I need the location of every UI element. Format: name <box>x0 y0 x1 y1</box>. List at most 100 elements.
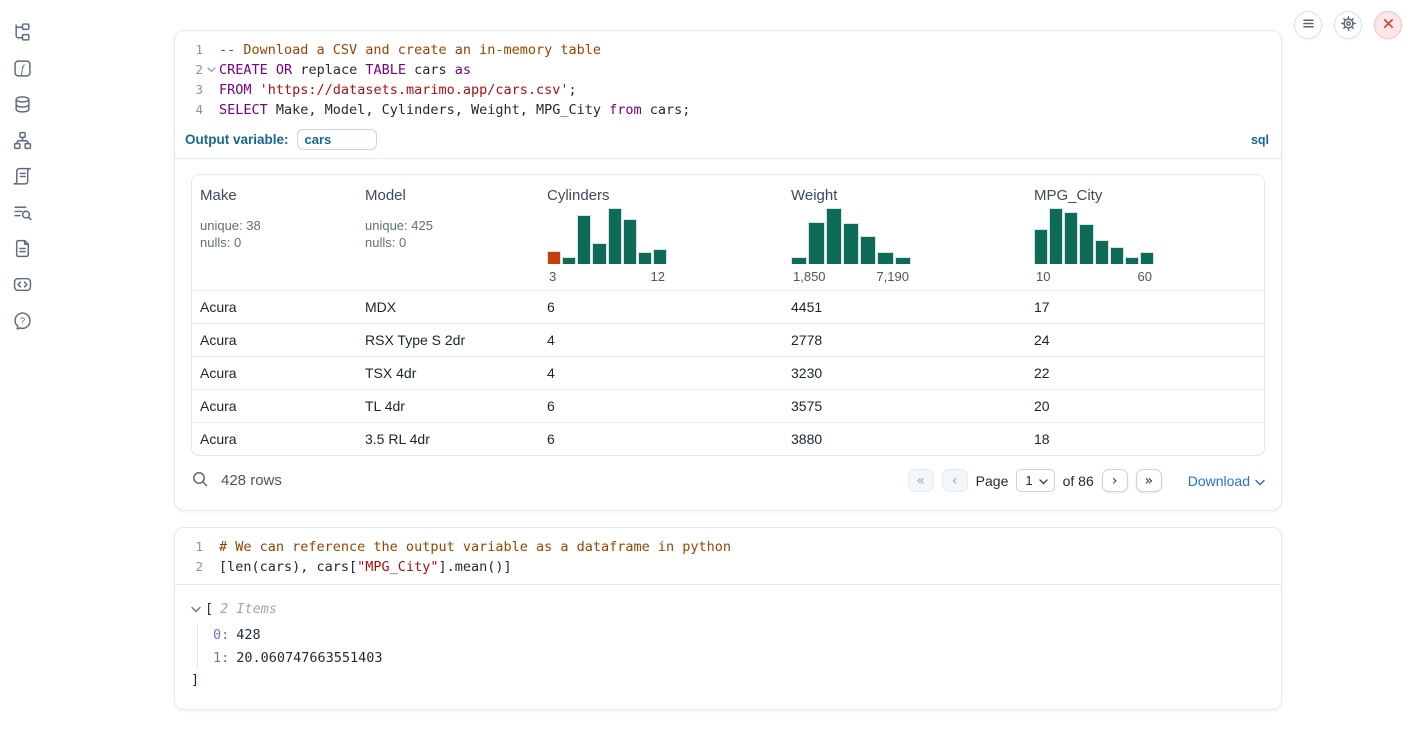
histogram-bar[interactable] <box>860 236 876 264</box>
table-row[interactable]: AcuraTL 4dr6357520 <box>192 389 1264 422</box>
table-row[interactable]: AcuraRSX Type S 2dr4277824 <box>192 323 1264 356</box>
histogram-bars <box>547 208 667 264</box>
line-number: 2 <box>181 60 203 80</box>
shutdown-button[interactable] <box>1374 11 1402 39</box>
fold-chevron-icon[interactable] <box>203 60 219 80</box>
column-histogram: 1,8507,190 <box>791 208 911 284</box>
line-number: 4 <box>181 100 203 120</box>
histogram-bar[interactable] <box>653 249 667 264</box>
output-tree: [ 2 Items 0:4281:20.060747663551403 ] <box>175 585 1281 709</box>
histogram-bar[interactable] <box>1034 229 1048 264</box>
code-text: -- Download a CSV and create an in-memor… <box>219 40 601 60</box>
last-page-button[interactable]: » <box>1136 469 1162 492</box>
histogram-bar[interactable] <box>877 252 893 264</box>
histogram-bar[interactable] <box>1110 247 1124 264</box>
table-cell: 2778 <box>783 332 1026 348</box>
tree-entry-key: 0: <box>213 627 229 643</box>
line-number: 1 <box>181 40 203 60</box>
histogram-bar[interactable] <box>1125 257 1139 264</box>
histogram-bar[interactable] <box>608 208 622 264</box>
code-text: CREATE OR replace TABLE cars as <box>219 60 471 80</box>
histogram-bar[interactable] <box>791 257 807 264</box>
column-title: Weight <box>791 187 1018 204</box>
table-row[interactable]: AcuraMDX6445117 <box>192 290 1264 323</box>
sql-cell: 1 -- Download a CSV and create an in-memo… <box>174 30 1282 511</box>
close-bracket: ] <box>191 669 1265 691</box>
column-header-weight[interactable]: Weight 1,8507,190 <box>783 175 1026 290</box>
settings-button[interactable] <box>1334 11 1362 39</box>
sidebar-item-file-explorer[interactable] <box>0 14 44 50</box>
column-stats: unique: 425nulls: 0 <box>365 217 531 251</box>
histogram-bar[interactable] <box>1079 224 1093 264</box>
table-cell: Acura <box>192 365 357 381</box>
download-button[interactable]: Download <box>1188 473 1265 489</box>
column-header-make[interactable]: Makeunique: 38nulls: 0 <box>192 175 357 290</box>
histogram-bar[interactable] <box>1140 252 1154 264</box>
search-button[interactable] <box>191 470 209 491</box>
code-line: 4SELECT Make, Model, Cylinders, Weight, … <box>181 100 1269 120</box>
line-number: 1 <box>181 537 203 557</box>
chevrons-right-icon: » <box>1144 473 1153 489</box>
next-page-button[interactable]: › <box>1102 469 1128 492</box>
histogram-bar[interactable] <box>638 252 652 264</box>
histogram-axis: 1,8507,190 <box>791 269 911 284</box>
sidebar-item-snippets[interactable] <box>0 266 44 302</box>
collapse-chevron-icon[interactable] <box>191 606 201 613</box>
sidebar-item-documentation[interactable] <box>0 230 44 266</box>
first-page-button[interactable]: « <box>908 469 934 492</box>
histogram-bar[interactable] <box>843 223 859 264</box>
histogram-bar[interactable] <box>547 251 561 264</box>
code-text: FROM 'https://datasets.marimo.app/cars.c… <box>219 80 577 100</box>
histogram-bar[interactable] <box>1095 240 1109 264</box>
table-cell: 22 <box>1026 365 1264 381</box>
tree-entry-key: 1: <box>213 650 229 666</box>
sidebar-item-datasources[interactable] <box>0 86 44 122</box>
table-cell: Acura <box>192 431 357 447</box>
table-cell: 3230 <box>783 365 1026 381</box>
sidebar-item-variables[interactable]: f <box>0 50 44 86</box>
page-label: Page <box>976 473 1009 489</box>
column-header-cylinders[interactable]: Cylinders312 <box>539 175 783 290</box>
code-line: 1 -- Download a CSV and create an in-memo… <box>181 40 1269 60</box>
column-header-model[interactable]: Modelunique: 425nulls: 0 <box>357 175 539 290</box>
sidebar-item-dependencies[interactable] <box>0 122 44 158</box>
table-row[interactable]: AcuraTSX 4dr4323022 <box>192 356 1264 389</box>
menu-button[interactable] <box>1294 11 1322 39</box>
histogram-bar[interactable] <box>826 208 842 264</box>
sql-editor[interactable]: 1 -- Download a CSV and create an in-memo… <box>175 31 1281 127</box>
histogram-bar[interactable] <box>577 215 591 264</box>
histogram-bar[interactable] <box>1049 208 1063 264</box>
column-histogram: 1060 <box>1034 208 1154 284</box>
histogram-bar[interactable] <box>808 222 824 264</box>
prev-page-button[interactable]: ‹ <box>942 469 968 492</box>
menu-icon <box>1295 10 1322 40</box>
python-editor[interactable]: 1# We can reference the output variable … <box>175 528 1281 584</box>
search-icon <box>191 470 209 491</box>
chevrons-left-icon: « <box>916 473 925 489</box>
histogram-bar[interactable] <box>1064 212 1078 264</box>
table-cell: 20 <box>1026 398 1264 414</box>
table-header: Makeunique: 38nulls: 0Modelunique: 425nu… <box>192 175 1264 290</box>
histogram-bar[interactable] <box>592 243 606 264</box>
function-icon: f <box>13 59 32 78</box>
column-header-mpg_city[interactable]: MPG_City 1060 <box>1026 175 1264 290</box>
document-icon <box>13 239 32 258</box>
output-variable-input[interactable] <box>297 129 377 150</box>
histogram-bar[interactable] <box>895 257 911 264</box>
line-number: 2 <box>181 557 203 577</box>
column-title: MPG_City <box>1034 187 1256 204</box>
page-select[interactable]: 1 <box>1016 469 1054 492</box>
sidebar-item-logs[interactable] <box>0 194 44 230</box>
table-row[interactable]: Acura3.5 RL 4dr6388018 <box>192 422 1264 455</box>
sidebar-item-help[interactable]: ? <box>0 302 44 338</box>
sidebar-item-scratchpad[interactable] <box>0 158 44 194</box>
log-search-icon <box>13 203 32 222</box>
table-cell: 17 <box>1026 299 1264 315</box>
cell-divider <box>175 158 1281 159</box>
histogram-bar[interactable] <box>562 257 576 264</box>
table-cell: 4 <box>539 332 783 348</box>
chevron-down-icon <box>1039 473 1048 488</box>
column-stats: unique: 38nulls: 0 <box>200 217 349 251</box>
histogram-bar[interactable] <box>623 219 637 264</box>
items-count: 2 Items <box>220 601 277 617</box>
